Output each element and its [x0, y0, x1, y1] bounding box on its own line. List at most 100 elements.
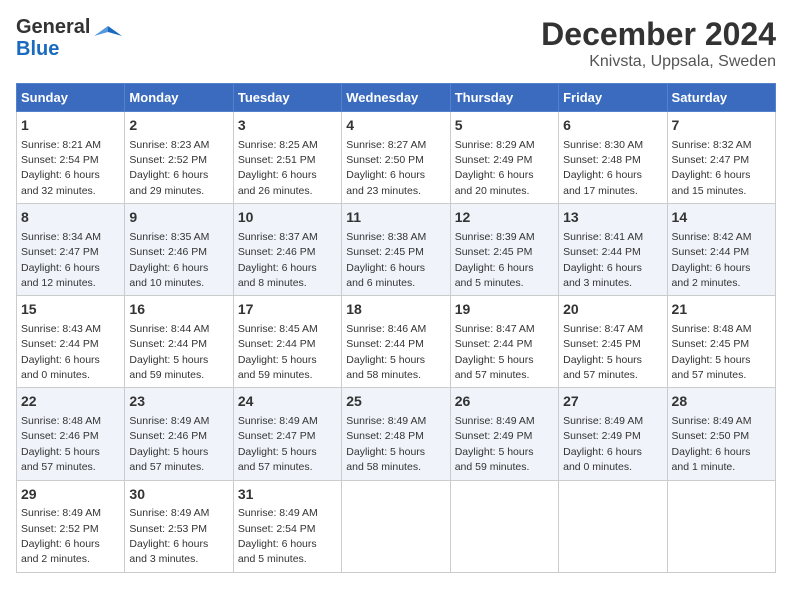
day-number: 29 [21, 485, 120, 505]
calendar-table: SundayMondayTuesdayWednesdayThursdayFrid… [16, 83, 776, 573]
day-number: 19 [455, 300, 554, 320]
day-number: 5 [455, 116, 554, 136]
day-number: 21 [672, 300, 771, 320]
day-number: 14 [672, 208, 771, 228]
calendar-cell: 12 Sunrise: 8:39 AM Sunset: 2:45 PM Dayli… [450, 204, 558, 296]
calendar-cell [559, 480, 667, 572]
day-number: 26 [455, 392, 554, 412]
calendar-cell: 21Sunrise: 8:48 AM Sunset: 2:45 PM Dayli… [667, 296, 775, 388]
col-header-friday: Friday [559, 84, 667, 112]
week-row-4: 22 Sunrise: 8:48 AM Sunset: 2:46 PM Dayli… [17, 388, 776, 480]
calendar-cell: 1 Sunrise: 8:21 AM Sunset: 2:54 PM Daylig… [17, 112, 125, 204]
day-detail: Sunrise: 8:49 AM Sunset: 2:46 PM Dayligh… [129, 415, 209, 473]
calendar-cell: 28 Sunrise: 8:49 AM Sunset: 2:50 PM Dayli… [667, 388, 775, 480]
calendar-cell: 3 Sunrise: 8:25 AM Sunset: 2:51 PM Daylig… [233, 112, 341, 204]
logo: General Blue [16, 16, 122, 60]
calendar-header-row: SundayMondayTuesdayWednesdayThursdayFrid… [17, 84, 776, 112]
day-number: 10 [238, 208, 337, 228]
day-detail: Sunrise: 8:37 AM Sunset: 2:46 PM Dayligh… [238, 231, 318, 289]
day-detail: Sunrise: 8:46 AM Sunset: 2:44 PM Dayligh… [346, 323, 426, 381]
day-number: 1 [21, 116, 120, 136]
calendar-cell: 4 Sunrise: 8:27 AM Sunset: 2:50 PM Daylig… [342, 112, 450, 204]
calendar-cell: 8Sunrise: 8:34 AM Sunset: 2:47 PM Daylig… [17, 204, 125, 296]
col-header-sunday: Sunday [17, 84, 125, 112]
week-row-5: 29Sunrise: 8:49 AM Sunset: 2:52 PM Dayli… [17, 480, 776, 572]
day-number: 15 [21, 300, 120, 320]
calendar-cell: 24Sunrise: 8:49 AM Sunset: 2:47 PM Dayli… [233, 388, 341, 480]
calendar-cell: 14 Sunrise: 8:42 AM Sunset: 2:44 PM Dayli… [667, 204, 775, 296]
day-detail: Sunrise: 8:49 AM Sunset: 2:52 PM Dayligh… [21, 507, 101, 565]
day-detail: Sunrise: 8:49 AM Sunset: 2:47 PM Dayligh… [238, 415, 318, 473]
day-detail: Sunrise: 8:25 AM Sunset: 2:51 PM Dayligh… [238, 139, 318, 197]
col-header-wednesday: Wednesday [342, 84, 450, 112]
calendar-cell: 31Sunrise: 8:49 AM Sunset: 2:54 PM Dayli… [233, 480, 341, 572]
day-detail: Sunrise: 8:23 AM Sunset: 2:52 PM Dayligh… [129, 139, 209, 197]
day-number: 12 [455, 208, 554, 228]
calendar-cell: 30Sunrise: 8:49 AM Sunset: 2:53 PM Dayli… [125, 480, 233, 572]
day-detail: Sunrise: 8:32 AM Sunset: 2:47 PM Dayligh… [672, 139, 752, 197]
day-detail: Sunrise: 8:49 AM Sunset: 2:50 PM Dayligh… [672, 415, 752, 473]
calendar-cell: 15 Sunrise: 8:43 AM Sunset: 2:44 PM Dayli… [17, 296, 125, 388]
day-detail: Sunrise: 8:49 AM Sunset: 2:54 PM Dayligh… [238, 507, 318, 565]
calendar-cell: 6 Sunrise: 8:30 AM Sunset: 2:48 PM Daylig… [559, 112, 667, 204]
day-detail: Sunrise: 8:49 AM Sunset: 2:49 PM Dayligh… [563, 415, 643, 473]
day-number: 28 [672, 392, 771, 412]
week-row-3: 15 Sunrise: 8:43 AM Sunset: 2:44 PM Dayli… [17, 296, 776, 388]
calendar-cell [450, 480, 558, 572]
col-header-saturday: Saturday [667, 84, 775, 112]
logo-blue: Blue [16, 38, 90, 60]
calendar-cell: 11 Sunrise: 8:38 AM Sunset: 2:45 PM Dayli… [342, 204, 450, 296]
day-detail: Sunrise: 8:45 AM Sunset: 2:44 PM Dayligh… [238, 323, 318, 381]
day-number: 23 [129, 392, 228, 412]
day-number: 4 [346, 116, 445, 136]
page-title: December 2024 [541, 16, 776, 53]
day-detail: Sunrise: 8:44 AM Sunset: 2:44 PM Dayligh… [129, 323, 209, 381]
day-number: 6 [563, 116, 662, 136]
day-detail: Sunrise: 8:48 AM Sunset: 2:46 PM Dayligh… [21, 415, 101, 473]
logo-bird-icon [94, 22, 122, 55]
calendar-cell: 27Sunrise: 8:49 AM Sunset: 2:49 PM Dayli… [559, 388, 667, 480]
day-number: 11 [346, 208, 445, 228]
calendar-cell: 10 Sunrise: 8:37 AM Sunset: 2:46 PM Dayli… [233, 204, 341, 296]
day-detail: Sunrise: 8:30 AM Sunset: 2:48 PM Dayligh… [563, 139, 643, 197]
day-detail: Sunrise: 8:49 AM Sunset: 2:49 PM Dayligh… [455, 415, 535, 473]
day-number: 2 [129, 116, 228, 136]
day-detail: Sunrise: 8:42 AM Sunset: 2:44 PM Dayligh… [672, 231, 752, 289]
day-detail: Sunrise: 8:39 AM Sunset: 2:45 PM Dayligh… [455, 231, 535, 289]
day-detail: Sunrise: 8:21 AM Sunset: 2:54 PM Dayligh… [21, 139, 101, 197]
day-number: 22 [21, 392, 120, 412]
page-subtitle: Knivsta, Uppsala, Sweden [541, 53, 776, 71]
day-detail: Sunrise: 8:47 AM Sunset: 2:45 PM Dayligh… [563, 323, 643, 381]
day-number: 7 [672, 116, 771, 136]
calendar-cell: 29Sunrise: 8:49 AM Sunset: 2:52 PM Dayli… [17, 480, 125, 572]
calendar-cell: 22 Sunrise: 8:48 AM Sunset: 2:46 PM Dayli… [17, 388, 125, 480]
day-number: 16 [129, 300, 228, 320]
col-header-tuesday: Tuesday [233, 84, 341, 112]
page-header: General Blue December 2024 Knivsta, Upps… [16, 16, 776, 71]
calendar-cell [667, 480, 775, 572]
day-detail: Sunrise: 8:29 AM Sunset: 2:49 PM Dayligh… [455, 139, 535, 197]
day-detail: Sunrise: 8:34 AM Sunset: 2:47 PM Dayligh… [21, 231, 101, 289]
day-number: 18 [346, 300, 445, 320]
calendar-cell: 5 Sunrise: 8:29 AM Sunset: 2:49 PM Daylig… [450, 112, 558, 204]
day-detail: Sunrise: 8:47 AM Sunset: 2:44 PM Dayligh… [455, 323, 535, 381]
day-detail: Sunrise: 8:49 AM Sunset: 2:48 PM Dayligh… [346, 415, 426, 473]
day-detail: Sunrise: 8:43 AM Sunset: 2:44 PM Dayligh… [21, 323, 101, 381]
day-detail: Sunrise: 8:38 AM Sunset: 2:45 PM Dayligh… [346, 231, 426, 289]
day-number: 9 [129, 208, 228, 228]
calendar-cell: 16 Sunrise: 8:44 AM Sunset: 2:44 PM Dayli… [125, 296, 233, 388]
day-detail: Sunrise: 8:35 AM Sunset: 2:46 PM Dayligh… [129, 231, 209, 289]
day-detail: Sunrise: 8:49 AM Sunset: 2:53 PM Dayligh… [129, 507, 209, 565]
week-row-1: 1 Sunrise: 8:21 AM Sunset: 2:54 PM Daylig… [17, 112, 776, 204]
day-number: 17 [238, 300, 337, 320]
calendar-cell [342, 480, 450, 572]
logo-general: General [16, 16, 90, 38]
title-area: December 2024 Knivsta, Uppsala, Sweden [541, 16, 776, 71]
calendar-cell: 19 Sunrise: 8:47 AM Sunset: 2:44 PM Dayli… [450, 296, 558, 388]
day-detail: Sunrise: 8:27 AM Sunset: 2:50 PM Dayligh… [346, 139, 426, 197]
week-row-2: 8Sunrise: 8:34 AM Sunset: 2:47 PM Daylig… [17, 204, 776, 296]
calendar-cell: 25 Sunrise: 8:49 AM Sunset: 2:48 PM Dayli… [342, 388, 450, 480]
day-number: 3 [238, 116, 337, 136]
day-number: 25 [346, 392, 445, 412]
day-number: 13 [563, 208, 662, 228]
